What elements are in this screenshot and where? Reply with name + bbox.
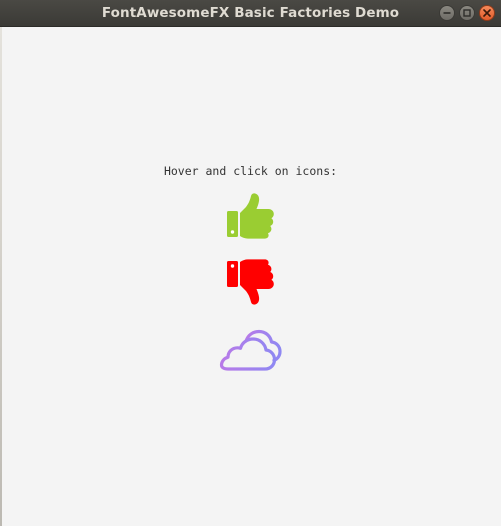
window-controls [439, 5, 495, 21]
title-bar[interactable]: FontAwesomeFX Basic Factories Demo [0, 0, 501, 27]
instruction-label: Hover and click on icons: [163, 164, 338, 178]
minimize-button[interactable] [439, 5, 455, 21]
app-window: FontAwesomeFX Basic Factories Demo Hover… [0, 0, 501, 526]
maximize-icon [463, 9, 471, 17]
window-title: FontAwesomeFX Basic Factories Demo [101, 5, 400, 21]
thumbs-down-icon[interactable] [226, 259, 276, 305]
close-button[interactable] [479, 5, 495, 21]
close-icon [483, 9, 491, 17]
main-content: Hover and click on icons: [0, 27, 501, 526]
maximize-button[interactable] [459, 5, 475, 21]
thumbs-up-icon[interactable] [226, 193, 276, 239]
cloud-icon[interactable] [219, 328, 283, 374]
minimize-icon [443, 9, 451, 17]
